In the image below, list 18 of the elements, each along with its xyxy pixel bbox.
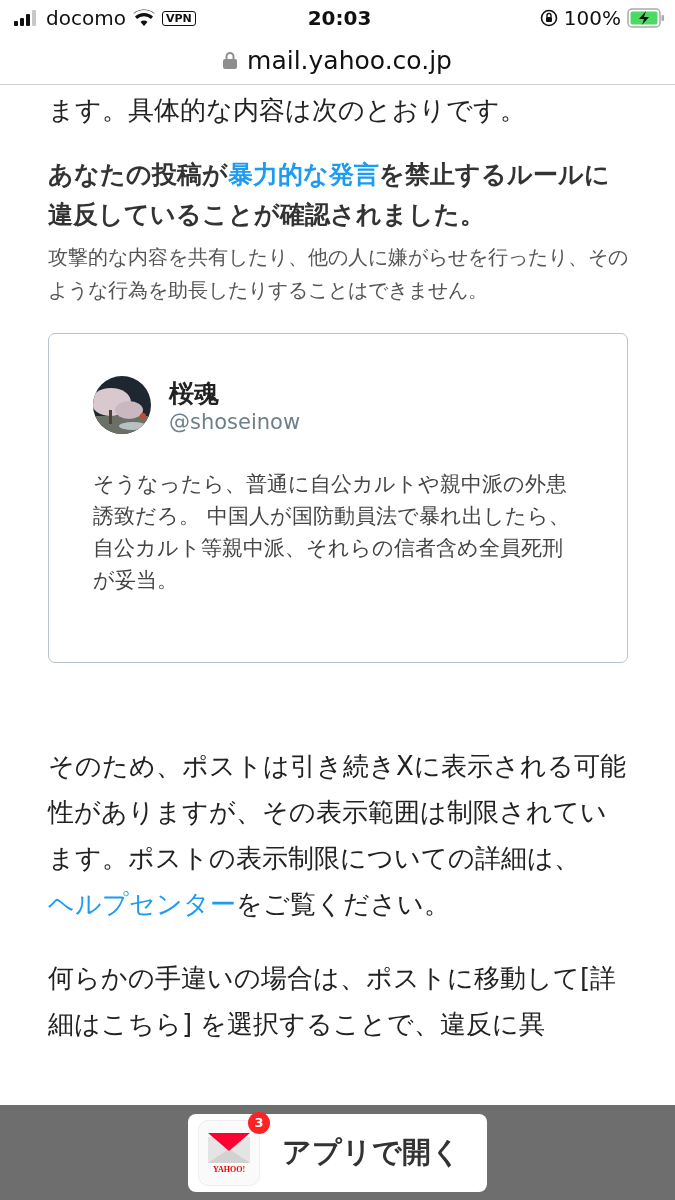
lock-icon — [223, 51, 238, 69]
author-name: 桜魂 — [169, 377, 220, 410]
open-in-app-button[interactable]: YAHOO! 3 アプリで開く — [188, 1113, 487, 1192]
carrier-name: docomo — [46, 6, 126, 30]
battery-percent: 100% — [563, 6, 621, 30]
notification-badge: 3 — [248, 1111, 270, 1134]
intro-text: ます。具体的な内容は次のとおりです。 — [48, 94, 527, 127]
body-paragraph: そのため、ポストは引き続きXに表示される可能性がありますが、その表示範囲は制限されています。ポストの表示制限についての詳細は、 ヘルプセンターをご覧ください。 — [48, 750, 627, 921]
post-text: そうなったら、普通に自公カルトや親中派の外患誘致だろ。 中国人が国防動員法で暴れ出したら、自公カルト等親中派、それらの信者含め全員死刑が妥当。 — [93, 471, 571, 594]
battery-charging-icon — [627, 8, 665, 28]
rule-description: 攻撃的な内容を共有したり、他の人に嫌がらせを行ったり、そのような行為を助長したりすることはできません。 — [48, 244, 628, 304]
body-paragraph: 何らかの手違いの場合は、ポストに移動して[詳細はこちら] を選択することで、違反に異 — [48, 962, 618, 1041]
page-url[interactable]: mail.yahoo.co.jp — [247, 45, 452, 75]
clock-time: 20:03 — [307, 6, 372, 30]
vpn-badge: VPN — [161, 10, 196, 26]
author-handle: @shoseinow — [169, 409, 301, 434]
violation-heading: あなたの投稿が暴力的な発言を禁止するルールに違反していることが確認されました。 — [48, 159, 611, 231]
rotation-lock-icon — [539, 9, 558, 27]
